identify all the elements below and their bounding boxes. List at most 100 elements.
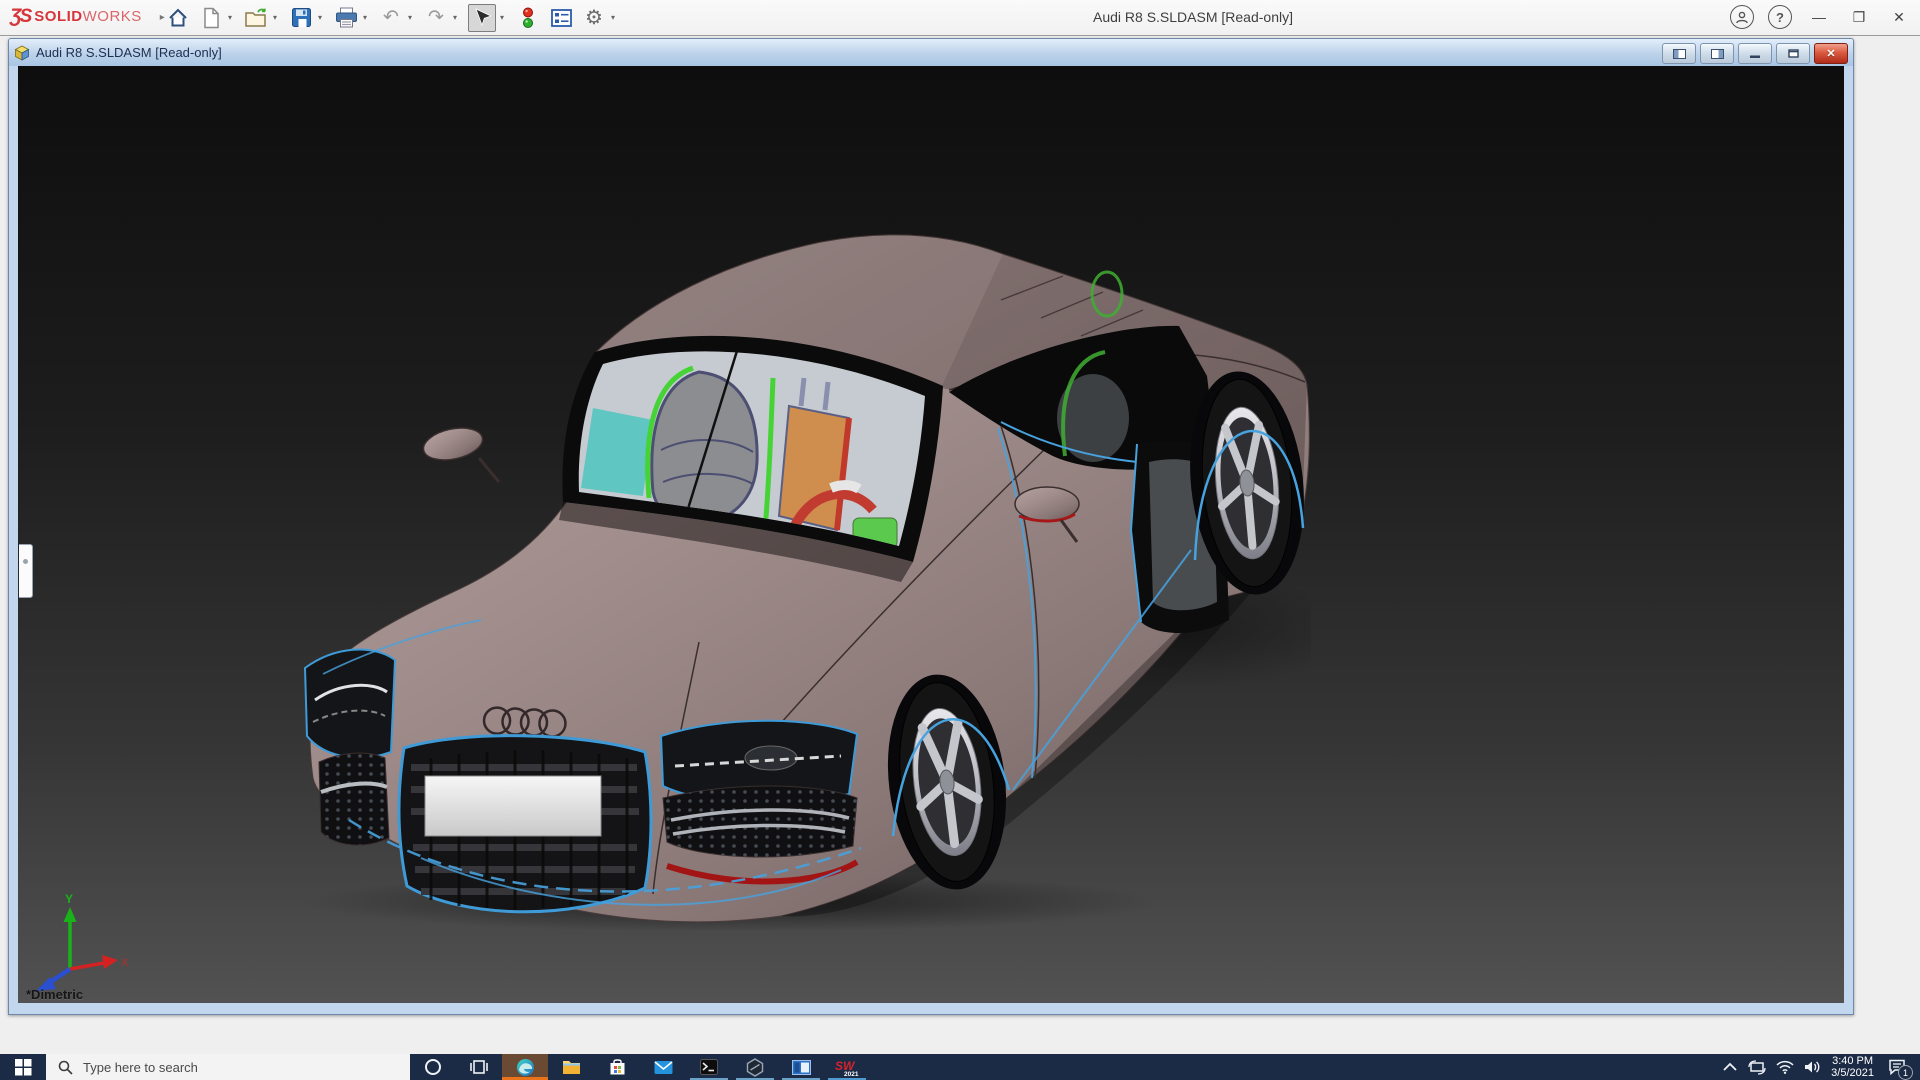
assembly-icon [14,45,30,61]
pin-icon [23,559,28,564]
save-dropdown[interactable]: ▾ [314,13,326,22]
undo-button[interactable]: ↶ [378,5,404,31]
cortana-icon [424,1058,442,1076]
brand-light: WORKS [83,8,142,25]
home-icon [167,7,189,29]
search-placeholder: Type here to search [83,1060,198,1075]
app-titlebar: ƷS SOLIDWORKS ▸ ▾ ▾ [0,0,1920,36]
main-toolbar: ▾ ▾ ▾ ▾ [158,2,619,33]
doc-minimize-button[interactable] [1738,43,1772,64]
select-button[interactable] [468,4,496,32]
document-title: Audi R8 S.SLDASM [Read-only] [36,45,222,60]
view-orientation-label: *Dimetric [26,987,83,1002]
hexagon-app-icon [746,1058,764,1077]
new-dropdown[interactable]: ▾ [224,13,236,22]
help-icon: ? [1776,10,1784,25]
taskbar-app-store[interactable] [594,1054,640,1080]
taskbar-app-mail[interactable] [640,1054,686,1080]
options-button[interactable]: ⚙ [581,5,607,31]
appbar-right-controls: ? — ❐ ✕ [1730,0,1912,34]
connect-display-icon[interactable] [1748,1060,1766,1075]
open-dropdown[interactable]: ▾ [269,13,281,22]
right-pane-icon [1711,49,1724,59]
wifi-icon[interactable] [1776,1060,1794,1074]
window-app-icon [792,1060,811,1075]
command-prompt-icon [700,1059,718,1075]
app-window-title: Audi R8 S.SLDASM [Read-only] [1093,9,1293,25]
select-dropdown[interactable]: ▾ [496,13,508,22]
new-document-icon [201,7,221,29]
home-button[interactable] [165,5,191,31]
license-plate [425,776,601,836]
reference-triad: Y X [28,893,128,993]
clock-date: 3/5/2021 [1831,1067,1874,1079]
redo-icon: ↷ [428,8,444,27]
print-dropdown[interactable]: ▾ [359,13,371,22]
account-button[interactable] [1730,5,1754,29]
traffic-light-button[interactable] [515,5,541,31]
help-button[interactable]: ? [1768,5,1792,29]
gear-icon: ⚙ [585,5,603,30]
new-document-button[interactable] [198,5,224,31]
system-tray: 3:40 PM 3/5/2021 1 [1722,1054,1920,1080]
notification-badge: 1 [1898,1065,1913,1080]
save-button[interactable] [288,5,314,31]
triad-y-label: Y [65,893,73,906]
print-icon [335,7,358,28]
taskbar-app-command-prompt[interactable] [686,1054,732,1080]
volume-icon[interactable] [1804,1060,1821,1074]
print-button[interactable] [333,5,359,31]
undo-dropdown[interactable]: ▾ [404,13,416,22]
taskbar-clock[interactable]: 3:40 PM 3/5/2021 [1831,1055,1874,1079]
taskbar-app-window[interactable] [778,1054,824,1080]
solidworks-logo-icon: ƷS [10,6,30,28]
action-center-button[interactable]: 1 [1884,1056,1910,1078]
cortana-button[interactable] [410,1054,456,1080]
document-titlebar[interactable]: Audi R8 S.SLDASM [Read-only] [9,39,1853,66]
sw-year: 2021 [844,1071,859,1077]
car-model-audi-r8[interactable] [301,230,1311,930]
open-folder-icon [244,7,268,29]
left-pane-icon [1673,49,1686,59]
featuremanager-collapsed-tab[interactable] [19,544,33,598]
undo-icon: ↶ [383,8,399,27]
task-view-button[interactable] [456,1054,502,1080]
taskbar-app-edge[interactable] [502,1054,548,1080]
start-button[interactable] [0,1054,46,1080]
doc-minimize-icon [1750,50,1760,58]
file-explorer-icon [562,1059,581,1075]
document-window-buttons: ✕ [1662,43,1848,64]
restore-button[interactable]: ❐ [1846,9,1872,26]
doc-restore-button[interactable] [1776,43,1810,64]
traffic-light-icon [522,7,534,29]
clock-time: 3:40 PM [1831,1055,1874,1067]
open-button[interactable] [243,5,269,31]
taskbar-search-input[interactable]: Type here to search [46,1054,410,1080]
doc-close-button[interactable]: ✕ [1814,43,1848,64]
graphics-viewport[interactable]: Y X *Dimetric [18,66,1844,1003]
triad-x-label: X [121,957,128,969]
redo-button[interactable]: ↷ [423,5,449,31]
task-pane-button[interactable] [548,5,574,31]
solidworks-2021-icon: SW 2021 [834,1057,860,1077]
taskbar-app-hexagon[interactable] [732,1054,778,1080]
show-right-pane-button[interactable] [1700,43,1734,64]
taskbar-app-solidworks[interactable]: SW 2021 [824,1054,870,1080]
minimize-button[interactable]: — [1806,9,1832,25]
mail-icon [654,1060,673,1075]
store-icon [609,1058,626,1076]
task-view-icon [470,1059,488,1075]
taskbar-app-file-explorer[interactable] [548,1054,594,1080]
show-left-pane-button[interactable] [1662,43,1696,64]
redo-dropdown[interactable]: ▾ [449,13,461,22]
doc-restore-icon [1788,49,1799,58]
brand-bold: SOLID [34,8,82,25]
search-icon [58,1060,73,1075]
edge-icon [516,1058,535,1077]
document-window: Audi R8 S.SLDASM [Read-only] [8,38,1854,1015]
options-dropdown[interactable]: ▾ [607,13,619,22]
hidden-icons-chevron[interactable] [1722,1062,1738,1072]
taskbar: Type here to search [0,1054,1920,1080]
close-button[interactable]: ✕ [1886,9,1912,26]
user-icon [1735,10,1749,24]
